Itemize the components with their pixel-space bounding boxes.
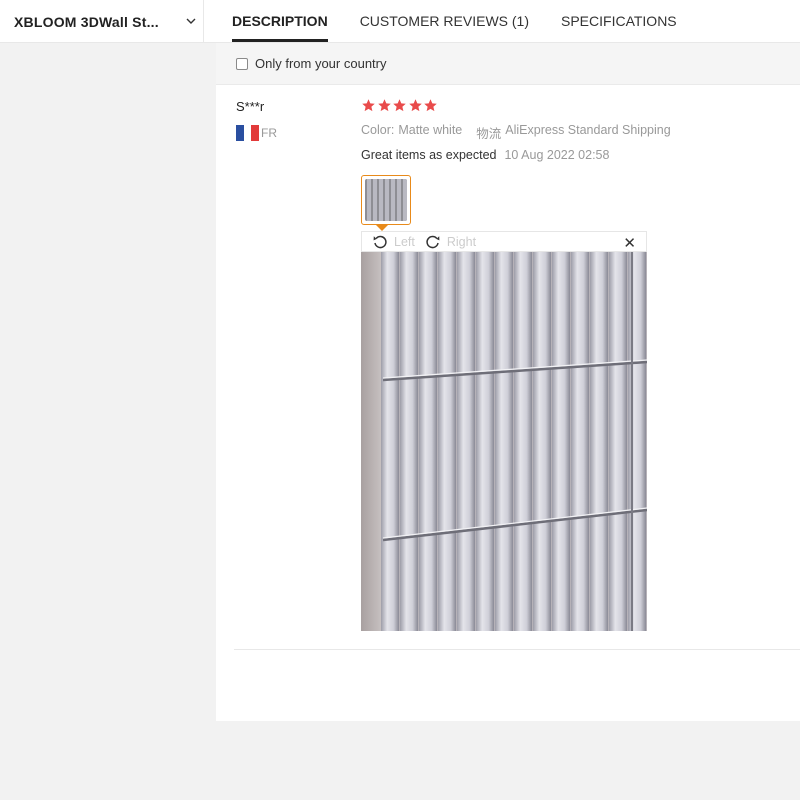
viewer-toolbar: Left Right ✕ xyxy=(361,231,647,252)
review-text: Great items as expected xyxy=(361,148,497,162)
rotate-left-icon xyxy=(373,235,387,248)
thumbnail-image xyxy=(365,179,407,221)
star-icon xyxy=(377,99,391,112)
rotate-left-button[interactable]: Left xyxy=(372,234,415,250)
review-photo-thumbnail[interactable] xyxy=(361,175,411,225)
tab-bar: DESCRIPTION CUSTOMER REVIEWS (1) SPECIFI… xyxy=(232,0,709,43)
reviewer-country: FR xyxy=(236,125,277,141)
review-date: 10 Aug 2022 02:58 xyxy=(504,148,610,162)
tab-customer-reviews[interactable]: CUSTOMER REVIEWS (1) xyxy=(360,0,529,43)
color-label: Color: xyxy=(361,123,395,137)
rotate-left-label: Left xyxy=(394,234,415,249)
rotate-right-icon xyxy=(426,235,440,248)
review-photo xyxy=(361,252,647,631)
star-icon xyxy=(408,99,422,112)
reviewer-name: S***r xyxy=(236,99,265,114)
tab-description[interactable]: DESCRIPTION xyxy=(232,0,328,43)
star-rating xyxy=(361,98,439,113)
photo-viewer: Left Right ✕ xyxy=(361,231,647,631)
top-bar: XBLOOM 3DWall St... DESCRIPTION CUSTOMER… xyxy=(0,0,800,43)
france-flag-icon xyxy=(236,125,260,141)
star-icon xyxy=(424,99,437,112)
rotate-right-button[interactable]: Right xyxy=(425,234,476,250)
review-meta: Color: Matte white 物流 AliExpress Standar… xyxy=(361,123,671,142)
country-filter-label[interactable]: Only from your country xyxy=(255,56,387,71)
country-code: FR xyxy=(261,126,277,140)
chevron-down-icon xyxy=(186,18,196,24)
product-selector[interactable]: XBLOOM 3DWall St... xyxy=(0,0,204,43)
filter-row: Only from your country xyxy=(216,43,800,85)
tab-specifications[interactable]: SPECIFICATIONS xyxy=(561,0,677,43)
shipping-label: 物流 xyxy=(476,127,502,141)
shipping-value: AliExpress Standard Shipping xyxy=(505,123,671,137)
review-feedback: Great items as expected 10 Aug 2022 02:5… xyxy=(361,148,609,162)
product-name: XBLOOM 3DWall St... xyxy=(14,13,159,30)
star-icon xyxy=(393,99,406,112)
close-icon[interactable]: ✕ xyxy=(623,234,636,252)
country-filter-checkbox[interactable] xyxy=(236,57,248,70)
review-divider xyxy=(234,649,800,650)
reviews-panel: Only from your country S***r FR Color: M… xyxy=(216,43,800,721)
rotate-right-label: Right xyxy=(446,234,477,249)
color-value: Matte white xyxy=(398,123,463,137)
star-icon xyxy=(362,99,375,112)
